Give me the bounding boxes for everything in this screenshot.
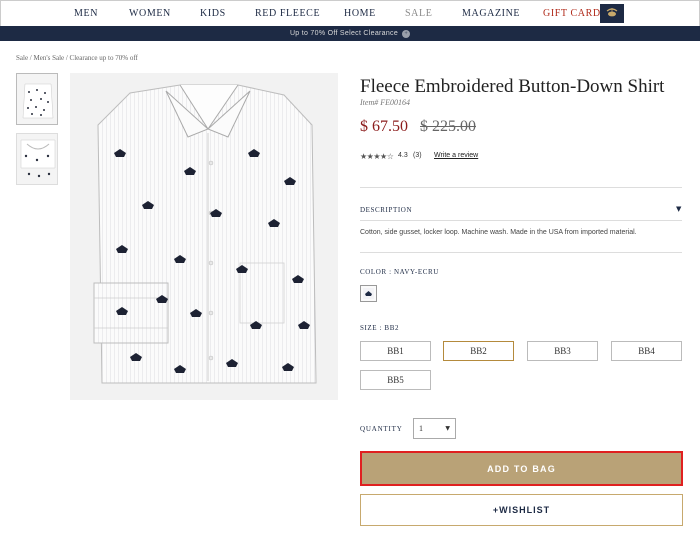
description-toggle[interactable]: DESCRIPTION xyxy=(360,206,412,214)
divider xyxy=(360,187,682,188)
quantity-value: 1 xyxy=(419,424,423,433)
rating-stars-icon[interactable]: ★★★★☆ xyxy=(360,152,394,161)
add-to-bag-button[interactable]: ADD TO BAG xyxy=(360,451,683,486)
product-title: Fleece Embroidered Button-Down Shirt xyxy=(360,76,665,97)
color-swatch-navy-ecru[interactable] xyxy=(360,285,377,302)
product-thumbnail-1[interactable] xyxy=(16,73,58,125)
nav-gift-cards[interactable]: GIFT CARDS xyxy=(543,8,607,19)
nav-kids[interactable]: KIDS xyxy=(200,8,226,19)
rating-value: 4.3 xyxy=(398,152,408,159)
quantity-select[interactable]: 1 ▼ xyxy=(413,418,456,439)
item-number: Item# FE00164 xyxy=(360,98,410,107)
size-option-bb1[interactable]: BB1 xyxy=(360,341,431,361)
breadcrumb[interactable]: Sale / Men's Sale / Clearance up to 70% … xyxy=(16,54,138,62)
caret-down-icon: ▼ xyxy=(445,425,450,432)
size-option-bb3[interactable]: BB3 xyxy=(527,341,598,361)
nav-home[interactable]: HOME xyxy=(344,8,376,19)
nav-red-fleece[interactable]: RED FLEECE xyxy=(255,8,320,19)
size-option-bb4[interactable]: BB4 xyxy=(611,341,682,361)
nav-sale[interactable]: SALE xyxy=(405,8,432,19)
size-option-bb2[interactable]: BB2 xyxy=(443,341,514,361)
divider xyxy=(360,252,682,253)
wishlist-button[interactable]: +WISHLIST xyxy=(360,494,683,526)
write-review-link[interactable]: Write a review xyxy=(434,152,478,159)
info-icon[interactable]: + xyxy=(402,29,411,38)
caret-down-icon[interactable]: ▼ xyxy=(676,205,681,213)
color-label: COLOR : NAVY-ECRU xyxy=(360,268,439,276)
top-navigation: MEN WOMEN KIDS RED FLEECE HOME SALE MAGA… xyxy=(0,0,700,26)
size-label: SIZE : BB2 xyxy=(360,324,400,332)
golden-fleece-logo-icon[interactable] xyxy=(600,4,624,23)
review-count[interactable]: (3) xyxy=(413,152,422,159)
nav-men[interactable]: MEN xyxy=(74,8,98,19)
divider xyxy=(360,220,682,221)
description-text: Cotton, side gusset, locker loop. Machin… xyxy=(360,229,637,236)
nav-magazine[interactable]: MAGAZINE xyxy=(462,8,520,19)
sale-price: $ 67.50 xyxy=(360,118,408,135)
promo-banner-text: Up to 70% Off Select Clearance xyxy=(289,30,399,37)
nav-women[interactable]: WOMEN xyxy=(129,8,171,19)
quantity-label: QUANTITY xyxy=(360,425,403,433)
promo-banner[interactable]: Up to 70% Off Select Clearance + xyxy=(0,26,700,41)
product-thumbnail-2[interactable] xyxy=(16,133,58,185)
size-option-bb5[interactable]: BB5 xyxy=(360,370,431,390)
product-main-image[interactable] xyxy=(70,73,338,400)
original-price: $ 225.00 xyxy=(420,118,476,135)
